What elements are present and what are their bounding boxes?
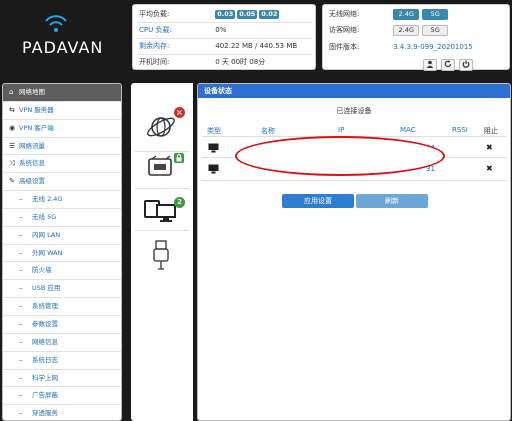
- firmware-label: 固件版本:: [329, 43, 360, 51]
- cpu-label[interactable]: CPU 负载:: [139, 25, 213, 36]
- wrench-icon: ✎: [9, 177, 15, 186]
- device-status-panel: 设备状态 已连接设备 类型 名称 IP MAC RSSI 阻止 44 ✖ 31 …: [197, 83, 511, 421]
- sidebar-sub-wifi-5g[interactable]: – 无线 5G: [3, 209, 121, 227]
- sidebar-item-advanced[interactable]: ✎ 高级设置: [3, 173, 121, 192]
- refresh-button[interactable]: 刷新: [356, 194, 428, 208]
- system-status-panel: 平均负载: 0.03 0.05 0.02 CPU 负载: 0% 剩余内存: 402.…: [132, 4, 316, 70]
- logo-text: PADAVAN: [22, 38, 104, 57]
- dash-icon: –: [19, 373, 23, 382]
- dash-icon: –: [19, 230, 23, 239]
- client-count-badge: 2: [174, 197, 185, 208]
- router-icon[interactable]: [147, 155, 175, 179]
- pc-icon: [208, 143, 219, 153]
- block-button[interactable]: ✖: [486, 164, 493, 173]
- memory-row: 剩余内存: 402.22 MB / 440.53 MB: [139, 41, 297, 52]
- guest-5g-button[interactable]: 5G: [422, 24, 449, 36]
- sidebar-sub-lan[interactable]: – 内网 LAN: [3, 227, 121, 245]
- apply-settings-button[interactable]: 应用设置: [282, 194, 354, 208]
- refresh-icon[interactable]: [441, 59, 455, 71]
- user-icon[interactable]: [423, 59, 437, 71]
- sidebar-menu: ⌂ 网络地图 ⇆ VPN 服务器 ◉ VPN 客户端 ☰ 网络流量 ⤨ 系统信息 ✎ 高级设…: [2, 83, 122, 421]
- guest-label: 访客网络:: [329, 26, 360, 34]
- load-row: 平均负载: 0.03 0.05 0.02: [139, 9, 281, 20]
- load-label: 平均负载:: [139, 10, 170, 18]
- sidebar-sub-proxy[interactable]: – 科学上网: [3, 370, 121, 388]
- memory-value: 402.22 MB / 440.53 MB: [215, 42, 298, 50]
- wifi-signal-icon: [45, 15, 67, 32]
- wireless-status-panel: 无线网络: 2.4G 5G 访客网络: 2.4G 5G 固件版本: 3.4.3.9-…: [322, 4, 510, 71]
- block-button[interactable]: ✖: [486, 143, 493, 152]
- load-15min: 0.02: [259, 10, 280, 19]
- sidebar-item-vpn-server[interactable]: ⇆ VPN 服务器: [3, 102, 121, 120]
- sidebar-sub-wan[interactable]: – 外网 WAN: [3, 245, 121, 263]
- uptime-value: 0 天 00时 08分: [215, 58, 266, 66]
- col-rssi: RSSI: [452, 126, 468, 134]
- load-5min: 0.05: [237, 10, 258, 19]
- memory-label[interactable]: 剩余内存:: [139, 41, 213, 52]
- sidebar-item-traffic[interactable]: ☰ 网络流量: [3, 138, 121, 156]
- list-icon: ☰: [9, 141, 16, 150]
- router-lock-icon: [174, 153, 184, 163]
- wan-error-badge: ×: [174, 107, 185, 118]
- sidebar-sub-firewall[interactable]: – 防火墙: [3, 262, 121, 281]
- sidebar-item-system-info[interactable]: ⤨ 系统信息: [3, 155, 121, 174]
- uptime-row: 开机时间: 0 天 00时 08分: [139, 57, 265, 68]
- col-mac: MAC: [400, 126, 416, 134]
- home-icon: ⌂: [9, 88, 14, 96]
- usb-icon[interactable]: [151, 239, 171, 273]
- dash-icon: –: [19, 409, 23, 418]
- dash-icon: –: [19, 195, 23, 204]
- col-type: 类型: [207, 127, 221, 135]
- connected-devices-title: 已连接设备: [336, 107, 372, 115]
- sidebar-sub-netinfo[interactable]: – 网络信息: [3, 334, 121, 352]
- globe-icon: ◉: [9, 123, 16, 132]
- cpu-row: CPU 负载: 0%: [139, 25, 226, 36]
- sidebar-sub-usb[interactable]: – USB 应用: [3, 280, 121, 299]
- cpu-value: 0%: [215, 26, 227, 34]
- dash-icon: –: [19, 266, 23, 275]
- dash-icon: –: [19, 391, 23, 400]
- uptime-label: 开机时间:: [139, 58, 170, 66]
- dash-icon: –: [19, 248, 23, 257]
- logo: PADAVAN: [20, 14, 110, 64]
- clients-icon[interactable]: [143, 199, 177, 225]
- load-1min: 0.03: [215, 10, 236, 19]
- dash-icon: –: [19, 284, 23, 293]
- sidebar-sub-admin[interactable]: – 系统管理: [3, 298, 121, 316]
- sidebar-item-network-map[interactable]: ⌂ 网络地图: [3, 84, 121, 102]
- wireless-label: 无线网络:: [329, 10, 360, 18]
- wifi-5g-button[interactable]: 5G: [422, 8, 449, 20]
- sidebar-sub-adblock[interactable]: – 广告屏蔽: [3, 387, 121, 406]
- dash-icon: –: [19, 212, 23, 221]
- power-icon[interactable]: [459, 59, 473, 71]
- sidebar-item-vpn-client[interactable]: ◉ VPN 客户端: [3, 120, 121, 138]
- pc-icon: [208, 164, 219, 174]
- col-ip: IP: [338, 126, 345, 134]
- guest-24g-button[interactable]: 2.4G: [393, 24, 420, 36]
- sidebar-sub-params[interactable]: – 参数设置: [3, 316, 121, 334]
- sidebar-sub-tunnel[interactable]: – 穿透服务: [3, 405, 121, 420]
- wifi-24g-button[interactable]: 2.4G: [393, 8, 420, 20]
- col-block: 阻止: [484, 127, 498, 135]
- dash-icon: –: [19, 319, 23, 328]
- dash-icon: –: [19, 337, 23, 346]
- network-map-icons: × 2: [131, 83, 193, 421]
- col-name: 名称: [261, 127, 275, 135]
- sidebar-sub-wifi-24g[interactable]: – 无线 2.4G: [3, 191, 121, 209]
- shuffle-icon: ⤨: [9, 159, 15, 168]
- dash-icon: –: [19, 355, 23, 364]
- sidebar-sub-syslog[interactable]: – 系统日志: [3, 352, 121, 370]
- redaction-ellipse: [235, 136, 445, 176]
- dash-icon: –: [19, 302, 23, 311]
- swap-icon: ⇆: [9, 105, 15, 114]
- firmware-version[interactable]: 3.4.3.9-099_20201015: [393, 43, 473, 51]
- device-status-header: 设备状态: [198, 84, 510, 98]
